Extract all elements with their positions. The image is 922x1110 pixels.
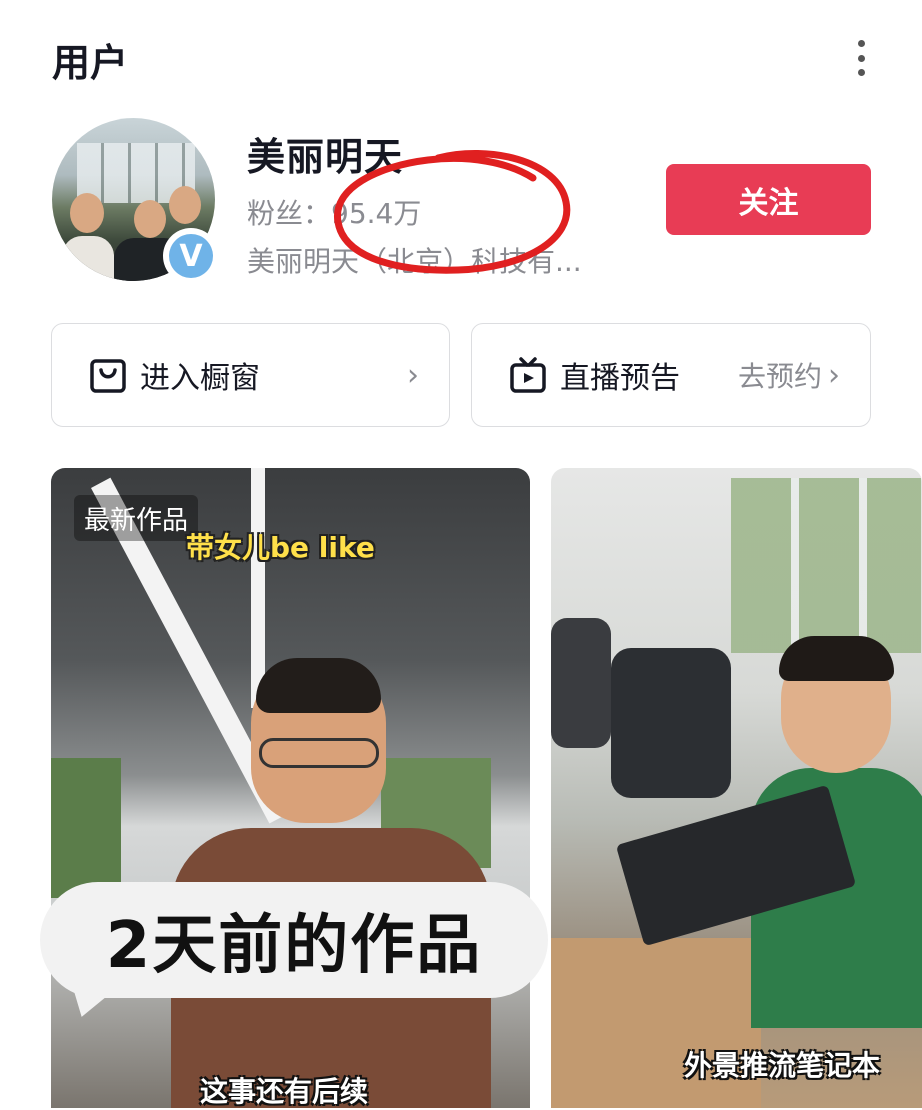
- video-thumbnail[interactable]: [551, 468, 922, 1108]
- live-preview-card[interactable]: 直播预告 去预约 ›: [471, 323, 871, 427]
- speech-bubble: 2天前的作品: [40, 882, 548, 998]
- chevron-right-icon: ›: [407, 357, 419, 393]
- bubble-text: 2天前的作品: [105, 909, 483, 983]
- more-options-icon[interactable]: [846, 38, 876, 78]
- chevron-right-icon: ›: [828, 357, 840, 393]
- latest-badge: 最新作品: [74, 495, 199, 541]
- video-caption: 带女儿be like: [186, 531, 375, 564]
- verified-badge-icon: V: [163, 228, 219, 284]
- shop-window-label: 进入橱窗: [140, 361, 260, 396]
- shopping-bag-icon: [90, 359, 126, 393]
- page-title: 用户: [52, 41, 129, 85]
- user-nickname: 美丽明天: [247, 135, 404, 179]
- follower-count: 粉丝：95.4万: [247, 197, 422, 230]
- shop-window-card[interactable]: 进入橱窗 ›: [51, 323, 450, 427]
- video-caption: 外景推流笔记本: [684, 1049, 881, 1082]
- live-preview-label: 直播预告: [560, 361, 680, 396]
- follow-button[interactable]: 关注: [666, 164, 871, 235]
- reserve-link[interactable]: 去预约: [738, 355, 822, 395]
- tv-icon: [510, 357, 546, 393]
- company-name: 美丽明天（北京）科技有...: [247, 245, 582, 278]
- video-subtitle: 这事还有后续: [200, 1075, 369, 1108]
